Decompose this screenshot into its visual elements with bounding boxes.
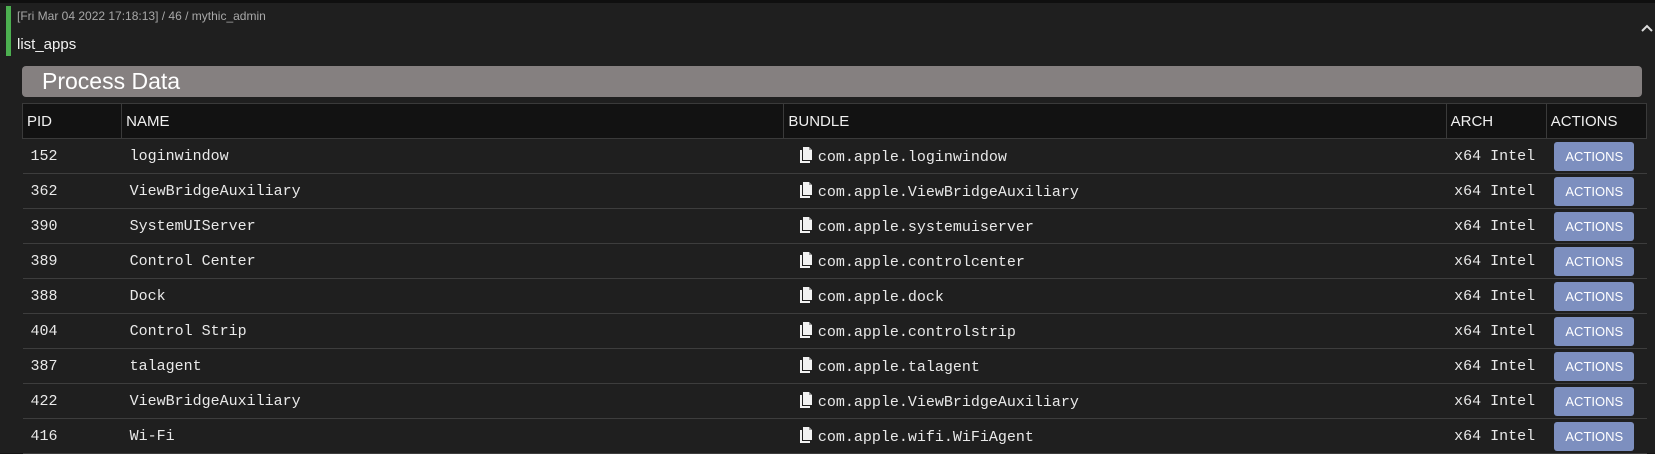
cell-arch: x64 Intel	[1446, 313, 1547, 349]
cell-bundle: com.apple.dock	[783, 278, 1447, 314]
copy-icon[interactable]	[799, 181, 813, 199]
actions-button[interactable]: ACTIONS	[1554, 351, 1635, 381]
table-row: 362 ViewBridgeAuxiliary com.apple.ViewBrid…	[22, 173, 1647, 209]
cell-pid: 387	[22, 348, 122, 384]
task-meta: [Fri Mar 04 2022 17:18:13] / 46 / mythic…	[17, 9, 266, 23]
copy-icon[interactable]	[799, 216, 813, 234]
cell-actions: ACTIONS	[1546, 243, 1647, 279]
cell-actions: ACTIONS	[1546, 173, 1647, 209]
cell-name: Control Center	[121, 243, 784, 279]
cell-pid: 362	[22, 173, 122, 209]
actions-button[interactable]: ACTIONS	[1554, 246, 1635, 276]
actions-button[interactable]: ACTIONS	[1554, 141, 1635, 171]
bundle-id: com.apple.systemuiserver	[817, 218, 1034, 236]
cell-pid: 388	[22, 278, 122, 314]
column-header-pid[interactable]: PID	[21, 103, 123, 139]
column-header-bundle[interactable]: BUNDLE	[783, 103, 1447, 139]
cell-name: ViewBridgeAuxiliary	[121, 173, 784, 209]
cell-name: Wi-Fi	[121, 418, 784, 454]
cell-actions: ACTIONS	[1546, 313, 1647, 349]
table-row: 387 talagent com.apple.talagent x64 Intel AC…	[22, 348, 1647, 384]
cell-bundle: com.apple.controlcenter	[783, 243, 1447, 279]
copy-icon[interactable]	[799, 426, 813, 444]
cell-actions: ACTIONS	[1546, 383, 1647, 419]
bundle-id: com.apple.loginwindow	[817, 148, 1007, 166]
table-row: 388 Dock com.apple.dock x64 Intel ACTIONS	[22, 278, 1647, 314]
copy-icon[interactable]	[799, 356, 813, 374]
actions-button[interactable]: ACTIONS	[1554, 316, 1635, 346]
cell-bundle: com.apple.wifi.WiFiAgent	[783, 418, 1447, 454]
cell-actions: ACTIONS	[1546, 138, 1647, 174]
cell-bundle: com.apple.ViewBridgeAuxiliary	[783, 173, 1447, 209]
cell-arch: x64 Intel	[1446, 243, 1547, 279]
cell-pid: 404	[22, 313, 122, 349]
copy-icon[interactable]	[799, 391, 813, 409]
bundle-id: com.apple.dock	[817, 288, 944, 306]
column-header-actions: ACTIONS	[1545, 103, 1648, 139]
bundle-id: com.apple.wifi.WiFiAgent	[817, 428, 1034, 446]
copy-icon[interactable]	[799, 321, 813, 339]
cell-actions: ACTIONS	[1546, 348, 1647, 384]
process-table: PID NAME BUNDLE ARCH ACTIONS 152 loginwin…	[21, 103, 1648, 454]
copy-icon[interactable]	[799, 146, 813, 164]
copy-icon[interactable]	[799, 251, 813, 269]
table-row: 416 Wi-Fi com.apple.wifi.WiFiAgent x64 Inte…	[22, 418, 1647, 454]
cell-pid: 416	[22, 418, 122, 454]
actions-button[interactable]: ACTIONS	[1554, 281, 1635, 311]
cell-name: talagent	[121, 348, 784, 384]
cell-actions: ACTIONS	[1546, 418, 1647, 454]
table-header-row: PID NAME BUNDLE ARCH ACTIONS	[21, 103, 1648, 139]
cell-pid: 422	[22, 383, 122, 419]
copy-icon[interactable]	[799, 286, 813, 304]
table-row: 422 ViewBridgeAuxiliary com.apple.ViewBrid…	[22, 383, 1647, 419]
cell-pid: 389	[22, 243, 122, 279]
cell-arch: x64 Intel	[1446, 278, 1547, 314]
cell-arch: x64 Intel	[1446, 383, 1547, 419]
table-row: 389 Control Center com.apple.controlcenter…	[22, 243, 1647, 279]
top-divider	[0, 0, 1655, 3]
table-row: 404 Control Strip com.apple.controlstrip x6…	[22, 313, 1647, 349]
task-status-indicator	[6, 6, 11, 56]
actions-button[interactable]: ACTIONS	[1554, 211, 1635, 241]
bundle-id: com.apple.controlstrip	[817, 323, 1016, 341]
cell-arch: x64 Intel	[1446, 418, 1547, 454]
bundle-id: com.apple.ViewBridgeAuxiliary	[817, 393, 1079, 411]
task-output-panel: [Fri Mar 04 2022 17:18:13] / 46 / mythic…	[0, 0, 1655, 454]
actions-button[interactable]: ACTIONS	[1554, 421, 1635, 451]
cell-pid: 390	[22, 208, 122, 244]
column-header-arch[interactable]: ARCH	[1445, 103, 1547, 139]
cell-name: Dock	[121, 278, 784, 314]
cell-name: SystemUIServer	[121, 208, 784, 244]
actions-button[interactable]: ACTIONS	[1554, 386, 1635, 416]
table-row: 152 loginwindow com.apple.loginwindow x64 I…	[22, 138, 1647, 174]
cell-arch: x64 Intel	[1446, 208, 1547, 244]
bundle-id: com.apple.ViewBridgeAuxiliary	[817, 183, 1079, 201]
cell-name: loginwindow	[121, 138, 784, 174]
task-command: list_apps	[17, 36, 77, 53]
table-row: 390 SystemUIServer com.apple.systemuiserve…	[22, 208, 1647, 244]
cell-name: Control Strip	[121, 313, 784, 349]
cell-arch: x64 Intel	[1446, 138, 1547, 174]
cell-bundle: com.apple.systemuiserver	[783, 208, 1447, 244]
cell-bundle: com.apple.controlstrip	[783, 313, 1447, 349]
cell-actions: ACTIONS	[1546, 278, 1647, 314]
cell-arch: x64 Intel	[1446, 173, 1547, 209]
cell-arch: x64 Intel	[1446, 348, 1547, 384]
bundle-id: com.apple.talagent	[817, 358, 980, 376]
section-title-bar: Process Data	[22, 66, 1642, 97]
column-header-name[interactable]: NAME	[121, 103, 785, 139]
cell-pid: 152	[22, 138, 122, 174]
cell-actions: ACTIONS	[1546, 208, 1647, 244]
actions-button[interactable]: ACTIONS	[1554, 176, 1635, 206]
section-title: Process Data	[42, 68, 181, 94]
cell-bundle: com.apple.talagent	[783, 348, 1447, 384]
chevron-up-icon[interactable]	[1640, 22, 1654, 36]
cell-bundle: com.apple.ViewBridgeAuxiliary	[783, 383, 1447, 419]
cell-name: ViewBridgeAuxiliary	[121, 383, 784, 419]
bundle-id: com.apple.controlcenter	[817, 253, 1025, 271]
cell-bundle: com.apple.loginwindow	[783, 138, 1447, 174]
